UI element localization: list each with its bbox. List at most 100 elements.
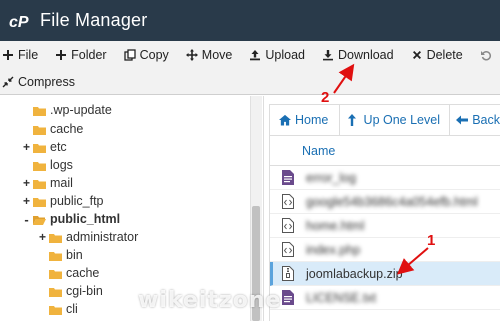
tree-item-cache-2[interactable]: cache (49, 264, 99, 282)
copy-icon (123, 48, 136, 61)
copy-label: Copy (139, 47, 169, 62)
back-button[interactable]: Back (456, 113, 500, 127)
up-one-level-button[interactable]: Up One Level (347, 113, 440, 127)
delete-button[interactable]: Delete (411, 48, 463, 62)
file-row[interactable]: home.html (270, 214, 500, 238)
tree-item-label: .wp-update (50, 103, 112, 117)
folder-icon (33, 105, 46, 116)
file-name: error_log (306, 170, 357, 185)
tree-item-cli[interactable]: cli (49, 300, 78, 318)
file-row-selected[interactable]: joomlabackup.zip (270, 262, 500, 286)
tree-item-label: mail (50, 176, 73, 190)
compress-label: Compress (18, 74, 75, 89)
move-icon (185, 48, 198, 61)
tree-item-label: public_html (50, 212, 121, 226)
file-panel: Home Up One Level Back Name error_log go… (263, 96, 500, 321)
tree-item-mail[interactable]: + mail (22, 174, 73, 192)
download-icon (322, 49, 334, 61)
download-label: Download (337, 47, 394, 62)
new-folder-label: Folder (71, 47, 107, 62)
folder-icon (49, 268, 62, 279)
file-row[interactable]: LICENSE.txt (270, 286, 500, 310)
compress-button[interactable]: Compress (2, 75, 75, 89)
expand-icon[interactable]: + (22, 140, 31, 154)
code-file-icon (282, 241, 296, 258)
file-list: Name error_log google54b3686c4a054efb.ht… (269, 136, 500, 321)
svg-text:cP: cP (9, 14, 29, 31)
tree-item-label: cache (50, 122, 84, 136)
file-row[interactable]: index.php (270, 238, 500, 262)
toolbar: File Folder Copy Move Upload Download De… (0, 41, 500, 95)
back-arrow-icon (456, 114, 469, 126)
collapse-icon[interactable]: - (22, 212, 31, 227)
close-icon (411, 49, 423, 61)
file-row[interactable]: google54b3686c4a054efb.html (270, 190, 500, 214)
expand-icon[interactable]: + (22, 176, 31, 190)
file-name: joomlabackup.zip (306, 266, 403, 281)
up-one-level-label: Up One Level (363, 113, 440, 127)
tree-item-public-ftp[interactable]: + public_ftp (22, 192, 104, 210)
folder-icon (49, 304, 62, 315)
tree-item-administrator[interactable]: + administrator (38, 228, 138, 246)
upload-button[interactable]: Upload (249, 48, 305, 62)
file-name: index.php (306, 242, 361, 257)
tree-item-logs[interactable]: logs (33, 156, 73, 174)
download-button[interactable]: Download (322, 48, 394, 62)
tree-item-public-html[interactable]: - public_html (22, 210, 120, 228)
folder-icon (33, 124, 46, 135)
tree-item-cache[interactable]: cache (33, 120, 83, 138)
column-header: Name (270, 136, 500, 166)
new-file-label: File (18, 47, 39, 62)
document-icon (282, 169, 296, 186)
folder-icon (49, 286, 62, 297)
folder-open-icon (33, 214, 46, 225)
folder-icon (33, 178, 46, 189)
new-folder-button[interactable]: Folder (55, 47, 107, 62)
folder-icon (33, 196, 46, 207)
copy-button[interactable]: Copy (123, 47, 169, 62)
tree-item-etc[interactable]: + etc (22, 138, 67, 156)
home-button[interactable]: Home (279, 113, 328, 127)
cpanel-logo-icon: cP (9, 10, 31, 32)
tree-item-label: administrator (66, 230, 139, 244)
folder-icon (33, 142, 46, 153)
home-icon (279, 114, 291, 126)
code-file-icon (282, 193, 296, 210)
tree-item-wp-update[interactable]: .wp-update (33, 101, 112, 119)
undo-button[interactable] (480, 49, 496, 61)
delete-label: Delete (426, 47, 463, 62)
compress-icon (2, 76, 14, 88)
code-file-icon (282, 217, 296, 234)
annotation-number-1: 1 (427, 232, 436, 249)
tree-item-bin[interactable]: bin (49, 246, 83, 264)
title-bar: cP File Manager (0, 0, 500, 41)
expand-icon[interactable]: + (38, 230, 47, 244)
tree-item-cgi-bin[interactable]: cgi-bin (49, 282, 103, 300)
zip-file-icon (282, 265, 296, 282)
undo-icon (480, 49, 492, 61)
tree-item-label: bin (66, 248, 83, 262)
home-label: Home (295, 113, 329, 127)
plus-icon (2, 49, 14, 61)
upload-label: Upload (265, 47, 305, 62)
folder-icon (33, 160, 46, 171)
file-name: home.html (306, 218, 365, 233)
expand-icon[interactable]: + (22, 194, 31, 208)
tree-item-label: etc (50, 140, 67, 154)
file-name: LICENSE.txt (306, 290, 377, 305)
column-name-header[interactable]: Name (302, 144, 335, 158)
move-button[interactable]: Move (185, 48, 232, 62)
tree-item-label: cache (66, 266, 100, 280)
tree-item-label: public_ftp (50, 194, 104, 208)
file-name: google54b3686c4a054efb.html (306, 194, 478, 209)
new-file-button[interactable]: File (2, 48, 38, 62)
upload-icon (249, 49, 261, 61)
tree-item-label: cgi-bin (66, 284, 103, 298)
folder-icon (49, 250, 62, 261)
tree-item-label: cli (66, 302, 78, 316)
app-title: File Manager (40, 10, 148, 30)
back-label: Back (472, 113, 500, 127)
document-icon (282, 289, 296, 306)
file-row[interactable]: error_log (270, 166, 500, 190)
tree-item-label: logs (50, 158, 73, 172)
